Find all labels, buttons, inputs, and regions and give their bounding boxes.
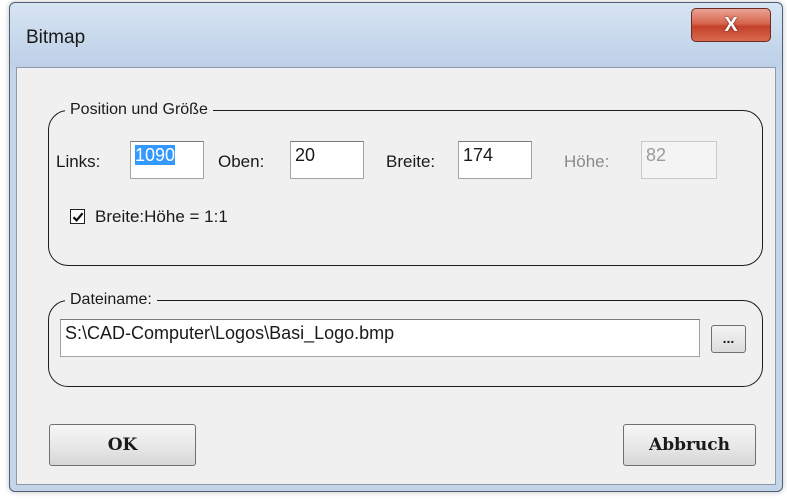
filename-group: Dateiname: S:\CAD-Computer\Logos\Basi_Lo… — [48, 290, 763, 387]
position-size-group: Position und Größe Links: 1090 Oben: 20 … — [48, 100, 763, 266]
links-label: Links: — [56, 152, 101, 171]
filename-group-label: Dateiname: — [65, 290, 157, 310]
aspect-ratio-label[interactable]: Breite:Höhe = 1:1 — [95, 207, 228, 227]
hoehe-value: 82 — [646, 145, 667, 165]
hoehe-label: Höhe: — [564, 152, 610, 171]
breite-input[interactable]: 174 — [458, 141, 532, 179]
dialog-window: Bitmap X Position und Größe Links: 1090 … — [9, 2, 783, 492]
filename-value: S:\CAD-Computer\Logos\Basi_Logo.bmp — [65, 323, 395, 343]
window-title: Bitmap — [26, 27, 86, 48]
oben-label: Oben: — [218, 152, 265, 171]
oben-input[interactable]: 20 — [290, 141, 364, 179]
browse-label: ... — [722, 330, 735, 346]
ok-button[interactable]: OK — [49, 424, 196, 466]
browse-button[interactable]: ... — [711, 325, 746, 353]
close-icon: X — [724, 13, 738, 36]
links-input[interactable]: 1090 — [130, 141, 204, 179]
checkmark-icon — [72, 211, 83, 222]
cancel-label: Abbruch — [649, 435, 730, 455]
ok-label: OK — [107, 435, 138, 455]
dialog-client-area: Position und Größe Links: 1090 Oben: 20 … — [16, 67, 776, 485]
cancel-button[interactable]: Abbruch — [623, 424, 756, 466]
aspect-ratio-checkbox[interactable] — [70, 209, 85, 224]
position-size-group-label: Position und Größe — [65, 100, 213, 120]
filename-input[interactable]: S:\CAD-Computer\Logos\Basi_Logo.bmp — [60, 319, 700, 357]
breite-value: 174 — [463, 145, 494, 165]
breite-label: Breite: — [386, 152, 436, 171]
title-bar[interactable]: Bitmap X — [10, 3, 782, 67]
oben-value: 20 — [295, 145, 316, 165]
hoehe-input: 82 — [641, 141, 717, 179]
links-value: 1090 — [135, 145, 176, 165]
close-button[interactable]: X — [691, 8, 771, 42]
